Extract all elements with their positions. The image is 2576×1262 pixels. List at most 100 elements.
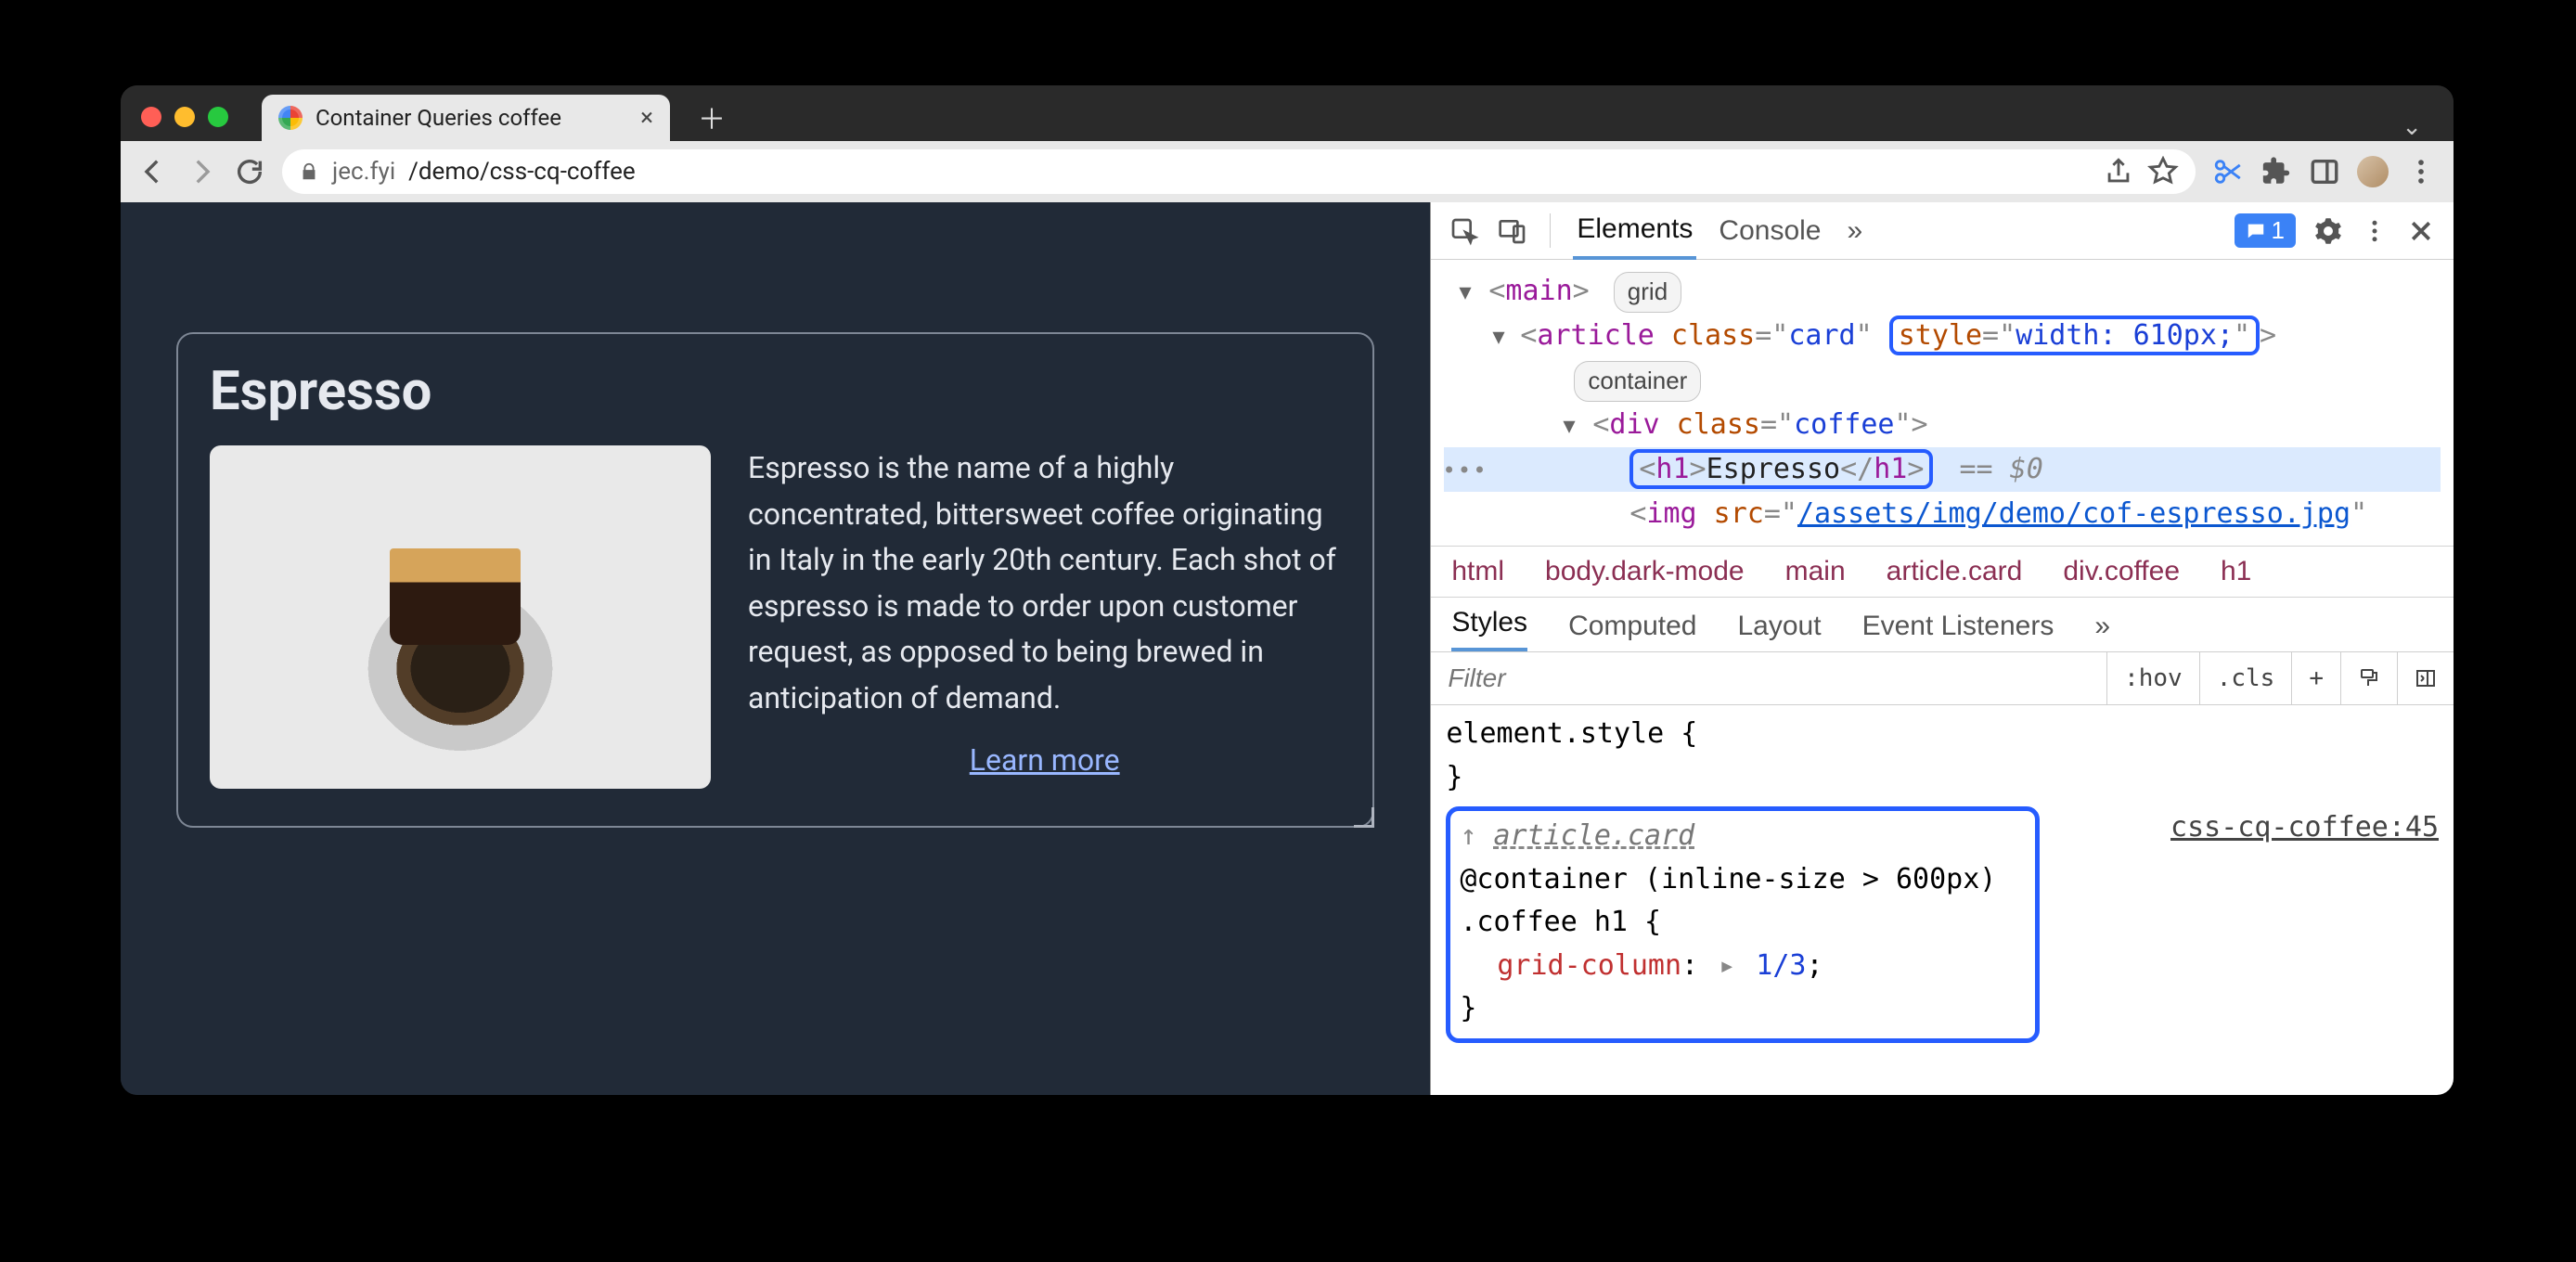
card-heading: Espresso	[210, 360, 1341, 423]
dom-breadcrumb: html body.dark-mode main article.card di…	[1431, 546, 2454, 598]
maximize-window-button[interactable]	[208, 107, 228, 127]
card-description: Espresso is the name of a highly concent…	[748, 445, 1341, 722]
tab-elements[interactable]: Elements	[1573, 202, 1696, 260]
share-button[interactable]	[2103, 156, 2134, 187]
tab-title: Container Queries coffee	[316, 105, 561, 131]
container-target-link[interactable]: article.card	[1493, 819, 1694, 852]
dom-node-main[interactable]: ▼ <main> grid	[1444, 269, 2441, 314]
chrome-menu-button[interactable]	[2405, 156, 2437, 187]
badge-grid[interactable]: grid	[1614, 272, 1681, 313]
url-path: /demo/css-cq-coffee	[408, 158, 636, 186]
device-toolbar-button[interactable]	[1498, 216, 1527, 246]
resize-handle[interactable]	[1354, 807, 1374, 828]
back-button[interactable]	[137, 156, 169, 187]
dom-node-div[interactable]: ▼ <div class="coffee">	[1444, 403, 2441, 447]
url-box[interactable]: jec.fyi/demo/css-cq-coffee	[282, 149, 2196, 194]
element-style-open: element.style {	[1446, 717, 1697, 750]
subtab-computed[interactable]: Computed	[1568, 611, 1696, 651]
styles-filter-input[interactable]	[1431, 652, 2106, 704]
new-style-rule-button[interactable]: +	[2291, 652, 2340, 704]
container-query-text: @container (inline-size > 600px)	[1460, 858, 2026, 902]
crumb-h1[interactable]: h1	[2221, 556, 2251, 587]
dom-tree[interactable]: ▼ <main> grid ▼ <article class="card" st…	[1431, 260, 2454, 546]
profile-avatar[interactable]	[2357, 156, 2389, 187]
highlighted-style-attr: style="width: 610px;"	[1889, 316, 2260, 355]
content-row: Espresso Espresso is the name of a highl…	[121, 202, 2454, 1095]
container-badge-row: container	[1444, 358, 2441, 403]
coffee-card: Espresso Espresso is the name of a highl…	[176, 332, 1374, 828]
paint-icon[interactable]	[2340, 652, 2397, 704]
settings-button[interactable]	[2314, 217, 2342, 245]
tabs-dropdown-button[interactable]: ⌄	[2402, 113, 2441, 141]
highlighted-h1: <h1>Espresso</h1>	[1629, 449, 1933, 489]
div-class: coffee	[1794, 408, 1894, 441]
issues-count: 1	[2272, 216, 2285, 245]
subtab-more[interactable]: »	[2094, 611, 2110, 651]
scissors-icon[interactable]	[2212, 156, 2244, 187]
rule-property[interactable]: grid-column	[1497, 949, 1681, 982]
crumb-div[interactable]: div.coffee	[2063, 556, 2180, 587]
styles-filter-row: :hov .cls +	[1431, 652, 2454, 705]
new-tab-button[interactable]: ＋	[681, 97, 742, 137]
subtab-layout[interactable]: Layout	[1737, 611, 1821, 651]
tab-strip: Container Queries coffee × ＋ ⌄	[121, 85, 2454, 141]
dom-node-h1-selected[interactable]: <h1>Espresso</h1> == $0	[1444, 447, 2441, 492]
container-rule-row: css-cq-coffee:45 ↑ article.card @contain…	[1446, 806, 2439, 1043]
window-controls	[141, 107, 228, 127]
lock-icon	[299, 161, 319, 182]
article-style-value: width: 610px;	[2016, 319, 2234, 352]
crumb-article[interactable]: article.card	[1887, 556, 2023, 587]
close-tab-button[interactable]: ×	[640, 104, 653, 132]
devtools-tabs: Elements Console » 1	[1431, 202, 2454, 260]
rule-element-style[interactable]: element.style {	[1446, 713, 2439, 756]
close-window-button[interactable]	[141, 107, 161, 127]
favicon-icon	[278, 106, 303, 130]
img-src[interactable]: /assets/img/demo/cof-espresso.jpg	[1797, 497, 2351, 530]
dom-node-article[interactable]: ▼ <article class="card" style="width: 61…	[1444, 314, 2441, 358]
expand-shorthand-icon[interactable]: ▸	[1719, 949, 1735, 982]
url-host: jec.fyi	[332, 158, 395, 186]
devtools-panel: Elements Console » 1	[1430, 202, 2454, 1095]
toolbar-right	[2212, 156, 2437, 187]
browser-window: Container Queries coffee × ＋ ⌄ jec.fyi/d…	[121, 85, 2454, 1095]
inspect-element-button[interactable]	[1449, 216, 1479, 246]
coffee-image	[210, 445, 711, 789]
rule-close-brace: }	[1460, 987, 2026, 1031]
selected-node-indicator: == $0	[1959, 453, 2042, 485]
tab-more[interactable]: »	[1844, 204, 1867, 258]
h1-text: Espresso	[1707, 453, 1841, 485]
close-devtools-button[interactable]	[2407, 217, 2435, 245]
highlighted-container-rule: ↑ article.card @container (inline-size >…	[1446, 806, 2040, 1043]
element-style-close: }	[1446, 756, 2439, 800]
extensions-button[interactable]	[2260, 156, 2292, 187]
crumb-body[interactable]: body.dark-mode	[1545, 556, 1745, 587]
subtab-event-listeners[interactable]: Event Listeners	[1862, 611, 2054, 651]
forward-button[interactable]	[186, 156, 217, 187]
tab-console[interactable]: Console	[1715, 204, 1824, 258]
crumb-main[interactable]: main	[1785, 556, 1846, 587]
side-panel-button[interactable]	[2309, 156, 2340, 187]
minimize-window-button[interactable]	[174, 107, 195, 127]
hov-toggle[interactable]: :hov	[2106, 652, 2199, 704]
rendered-page: Espresso Espresso is the name of a highl…	[121, 202, 1430, 1095]
address-bar: jec.fyi/demo/css-cq-coffee	[121, 141, 2454, 202]
rule-source-link[interactable]: css-cq-coffee:45	[2170, 806, 2439, 850]
cls-toggle[interactable]: .cls	[2199, 652, 2292, 704]
chat-icon	[2246, 221, 2266, 241]
learn-more-row: Learn more	[748, 742, 1341, 778]
style-rules: element.style { } css-cq-coffee:45 ↑ art…	[1431, 705, 2454, 1050]
learn-more-link[interactable]: Learn more	[970, 742, 1120, 778]
crumb-html[interactable]: html	[1451, 556, 1504, 587]
dom-node-img[interactable]: <img src="/assets/img/demo/cof-espresso.…	[1444, 492, 2441, 536]
subtab-styles[interactable]: Styles	[1451, 607, 1527, 651]
browser-tab[interactable]: Container Queries coffee ×	[262, 95, 670, 141]
reload-button[interactable]	[234, 156, 265, 187]
badge-container[interactable]: container	[1574, 361, 1701, 402]
issues-badge[interactable]: 1	[2235, 213, 2296, 248]
devtools-menu-button[interactable]	[2361, 217, 2389, 245]
computed-sidebar-toggle[interactable]	[2397, 652, 2454, 704]
styles-subtabs: Styles Computed Layout Event Listeners »	[1431, 598, 2454, 652]
rule-selector: .coffee h1 {	[1460, 901, 2026, 945]
bookmark-button[interactable]	[2147, 156, 2179, 187]
rule-value[interactable]: 1/3	[1756, 949, 1806, 982]
